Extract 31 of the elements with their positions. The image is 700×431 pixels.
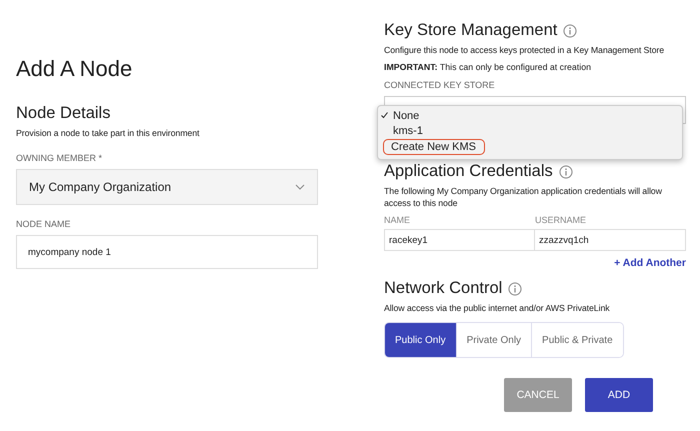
important-note: IMPORTANT: This can only be configured at creation (384, 62, 592, 72)
column-header: NAME (384, 214, 412, 227)
node-name-field[interactable]: mycompany node 1 (16, 235, 318, 269)
menu-item[interactable]: kms-1 (378, 123, 682, 138)
section-title: Application Credentials (384, 162, 553, 181)
section-description: The following My Company Organization application credentials will allow access to this node (384, 185, 663, 209)
field-label: NODE NAME (16, 219, 72, 229)
section-description: Provision a node to take part in this environment (16, 127, 200, 139)
section-description: Allow access via the public internet and/or AWS PrivateLink (384, 302, 611, 314)
owning-member-select[interactable]: My Company Organization (16, 169, 318, 205)
segment-option[interactable]: Public Only (385, 323, 456, 357)
table-cell[interactable]: racekey1 (384, 229, 535, 251)
segment-option[interactable]: Public & Private (531, 323, 623, 357)
section-title: Network Control (384, 279, 502, 298)
section-title: Node Details (16, 104, 110, 123)
section-description: Configure this node to access keys protected in a Key Management Store (384, 44, 666, 56)
table-cell[interactable]: zzazzvq1ch (535, 229, 686, 251)
field-label: CONNECTED KEY STORE (384, 80, 496, 90)
page-title: Add A Node (16, 56, 134, 82)
info-icon[interactable] (563, 24, 578, 38)
add-another-link[interactable]: + Add Another (384, 257, 686, 269)
add-button[interactable]: ADD (585, 378, 653, 412)
info-icon[interactable] (558, 164, 573, 178)
check-icon (381, 112, 388, 119)
info-icon[interactable] (508, 282, 522, 296)
section-title: Key Store Management (384, 21, 558, 40)
menu-item[interactable]: Create New KMS (383, 138, 485, 154)
chevron-down-icon (295, 184, 305, 190)
column-header: USERNAME (535, 214, 588, 227)
menu-item[interactable]: None (378, 108, 682, 123)
field-label: OWNING MEMBER * (16, 153, 104, 163)
